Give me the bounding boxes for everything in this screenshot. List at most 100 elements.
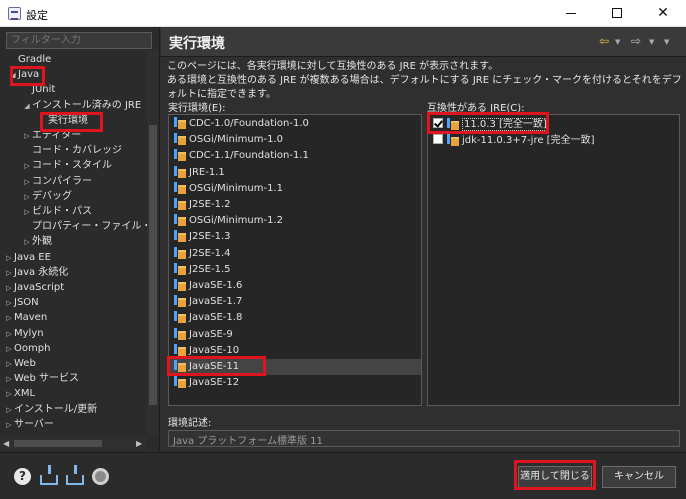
compatible-jre-item[interactable]: 11.0.3 [完全一致] (433, 117, 549, 133)
chevron-down-icon[interactable]: ▼ (649, 38, 654, 46)
compatible-jre-list[interactable]: 11.0.3 [完全一致] jdk-11.0.3+7-jre [完全一致] (427, 114, 680, 406)
collapsed-arrow-icon[interactable]: ▷ (4, 296, 14, 311)
environment-list-item[interactable]: OSGi/Minimum-1.1 (169, 181, 421, 197)
environment-list-item[interactable]: J2SE-1.5 (169, 262, 421, 278)
environment-list-item[interactable]: J2SE-1.2 (169, 197, 421, 213)
tree-item[interactable]: ▷ ビルド・パス (22, 204, 92, 219)
environment-name: J2SE-1.3 (189, 231, 231, 243)
environment-list-item[interactable]: CDC-1.0/Foundation-1.0 (169, 116, 421, 132)
environment-list-item[interactable]: OSGi/Minimum-1.0 (169, 132, 421, 148)
collapsed-arrow-icon[interactable]: ▷ (22, 129, 32, 144)
tree-item[interactable]: ▷ XML (4, 386, 35, 401)
scrollbar-thumb[interactable] (14, 440, 102, 447)
scrollbar-thumb[interactable] (149, 125, 157, 405)
import-icon[interactable] (40, 465, 58, 485)
tree-item[interactable]: ▷ コード・スタイル (22, 158, 112, 173)
collapsed-arrow-icon[interactable]: ▷ (4, 327, 14, 342)
tree-item[interactable]: プロパティー・ファイル・エディタ (22, 219, 147, 234)
collapsed-arrow-icon[interactable]: ▷ (4, 387, 14, 402)
collapsed-arrow-icon[interactable]: ▷ (4, 251, 14, 266)
collapsed-arrow-icon[interactable]: ▷ (4, 403, 14, 418)
compatible-jre-item[interactable]: jdk-11.0.3+7-jre [完全一致] (433, 133, 595, 149)
collapsed-arrow-icon[interactable]: ▷ (4, 372, 14, 387)
cancel-button[interactable]: キャンセル (602, 466, 676, 488)
close-button[interactable]: ✕ (640, 0, 686, 27)
environment-list-item[interactable]: J2SE-1.3 (169, 229, 421, 245)
environment-list-item[interactable]: JavaSE-10 (169, 343, 421, 359)
collapsed-arrow-icon[interactable]: ▷ (4, 266, 14, 281)
environment-list-item[interactable]: JavaSE-1.6 (169, 278, 421, 294)
forward-arrow-icon[interactable]: ⇨ (631, 34, 641, 48)
back-arrow-icon[interactable]: ⇦ (599, 34, 609, 48)
tree-item[interactable]: ▷ インストール/更新 (4, 402, 97, 417)
tree-item[interactable]: ▷ サーバー (4, 417, 54, 432)
tree-item[interactable]: ▷ Mylyn (4, 326, 43, 342)
java-runtime-icon (174, 310, 186, 324)
expanded-arrow-icon[interactable]: ◢ (22, 99, 32, 114)
view-menu-icon[interactable]: ▼ (664, 38, 669, 46)
collapsed-arrow-icon[interactable]: ▷ (22, 159, 32, 174)
tree-item-label: Java (18, 69, 40, 81)
environment-list-item[interactable]: JavaSE-9 (169, 327, 421, 343)
tree-item[interactable]: ▷ コンパイラー (22, 174, 92, 189)
environment-list-item[interactable]: JavaSE-12 (169, 375, 421, 391)
tree-item[interactable]: ▷ Web (4, 356, 36, 371)
environment-name: CDC-1.0/Foundation-1.0 (189, 118, 309, 129)
export-icon[interactable] (66, 465, 84, 485)
collapsed-arrow-icon[interactable]: ▷ (4, 342, 14, 357)
environment-list-item[interactable]: JavaSE-11 (169, 359, 421, 375)
tree-item-label: Oomph (14, 342, 51, 354)
environment-list-item[interactable]: JavaSE-1.8 (169, 310, 421, 326)
collapsed-arrow-icon[interactable]: ▷ (22, 235, 32, 250)
collapsed-arrow-icon[interactable]: ▷ (4, 357, 14, 372)
scroll-right-icon[interactable]: ▶ (136, 437, 142, 450)
tree-item[interactable]: ▷ エディター (22, 128, 81, 143)
tree-vertical-scrollbar[interactable] (147, 51, 159, 436)
tree-item[interactable]: ◢ インストール済みの JRE (22, 98, 141, 113)
environment-name: JavaSE-10 (189, 344, 240, 356)
environment-name: JavaSE-1.7 (189, 296, 243, 308)
tree-horizontal-scrollbar[interactable]: ◀ ▶ (0, 437, 147, 450)
tree-item-label: サーバー (14, 418, 54, 430)
gear-icon[interactable] (92, 468, 109, 485)
tree-item-label: Maven (14, 312, 48, 324)
filter-input[interactable] (6, 32, 152, 49)
collapsed-arrow-icon[interactable]: ▷ (4, 281, 14, 296)
expanded-arrow-icon[interactable]: ◢ (8, 68, 18, 83)
tree-item[interactable]: ▷ 外観 (22, 234, 52, 249)
tree-item[interactable]: ▷ Web サービス (4, 371, 79, 386)
environment-list-item[interactable]: OSGi/Minimum-1.2 (169, 213, 421, 229)
collapsed-arrow-icon[interactable]: ▷ (4, 418, 14, 433)
help-icon[interactable]: ? (14, 468, 31, 485)
java-runtime-icon (174, 132, 186, 146)
close-icon: ✕ (657, 5, 669, 21)
tree-item[interactable]: 実行環境 (38, 113, 88, 128)
tree-item[interactable]: ▷ Maven (4, 310, 47, 325)
tree-item[interactable]: Gradle (8, 52, 51, 67)
environment-list-item[interactable]: JRE-1.1 (169, 165, 421, 181)
scroll-left-icon[interactable]: ◀ (3, 437, 9, 450)
tree-item[interactable]: ▷ デバッグ (22, 189, 72, 204)
environments-list[interactable]: CDC-1.0/Foundation-1.0 OSGi/Minimum-1.0 CD… (168, 114, 422, 406)
collapsed-arrow-icon[interactable]: ▷ (22, 175, 32, 190)
checked-checkbox[interactable] (433, 118, 443, 128)
tree-item[interactable]: ▷ Oomph (4, 341, 50, 356)
environment-list-item[interactable]: JavaSE-1.7 (169, 294, 421, 310)
minimize-button[interactable] (548, 0, 594, 27)
apply-and-close-button[interactable]: 適用して閉じる (518, 466, 592, 488)
tree-item[interactable]: ▷ JavaScript (4, 280, 64, 295)
environment-list-item[interactable]: CDC-1.1/Foundation-1.1 (169, 148, 421, 164)
chevron-down-icon[interactable]: ▼ (615, 38, 620, 46)
maximize-button[interactable] (594, 0, 640, 27)
environment-list-item[interactable]: J2SE-1.4 (169, 246, 421, 262)
collapsed-arrow-icon[interactable]: ▷ (22, 205, 32, 220)
tree-item[interactable]: コード・カバレッジ (22, 143, 122, 158)
tree-item[interactable]: ▷ Java 永続化 (4, 265, 68, 280)
tree-item[interactable]: JUnit (22, 82, 55, 97)
tree-item[interactable]: ▷ JSON (4, 295, 38, 311)
collapsed-arrow-icon[interactable]: ▷ (22, 190, 32, 205)
tree-item[interactable]: ▷ Java EE (4, 250, 51, 265)
checkbox[interactable] (433, 134, 443, 144)
collapsed-arrow-icon[interactable]: ▷ (4, 311, 14, 326)
tree-item[interactable]: ◢ Java (8, 67, 39, 82)
